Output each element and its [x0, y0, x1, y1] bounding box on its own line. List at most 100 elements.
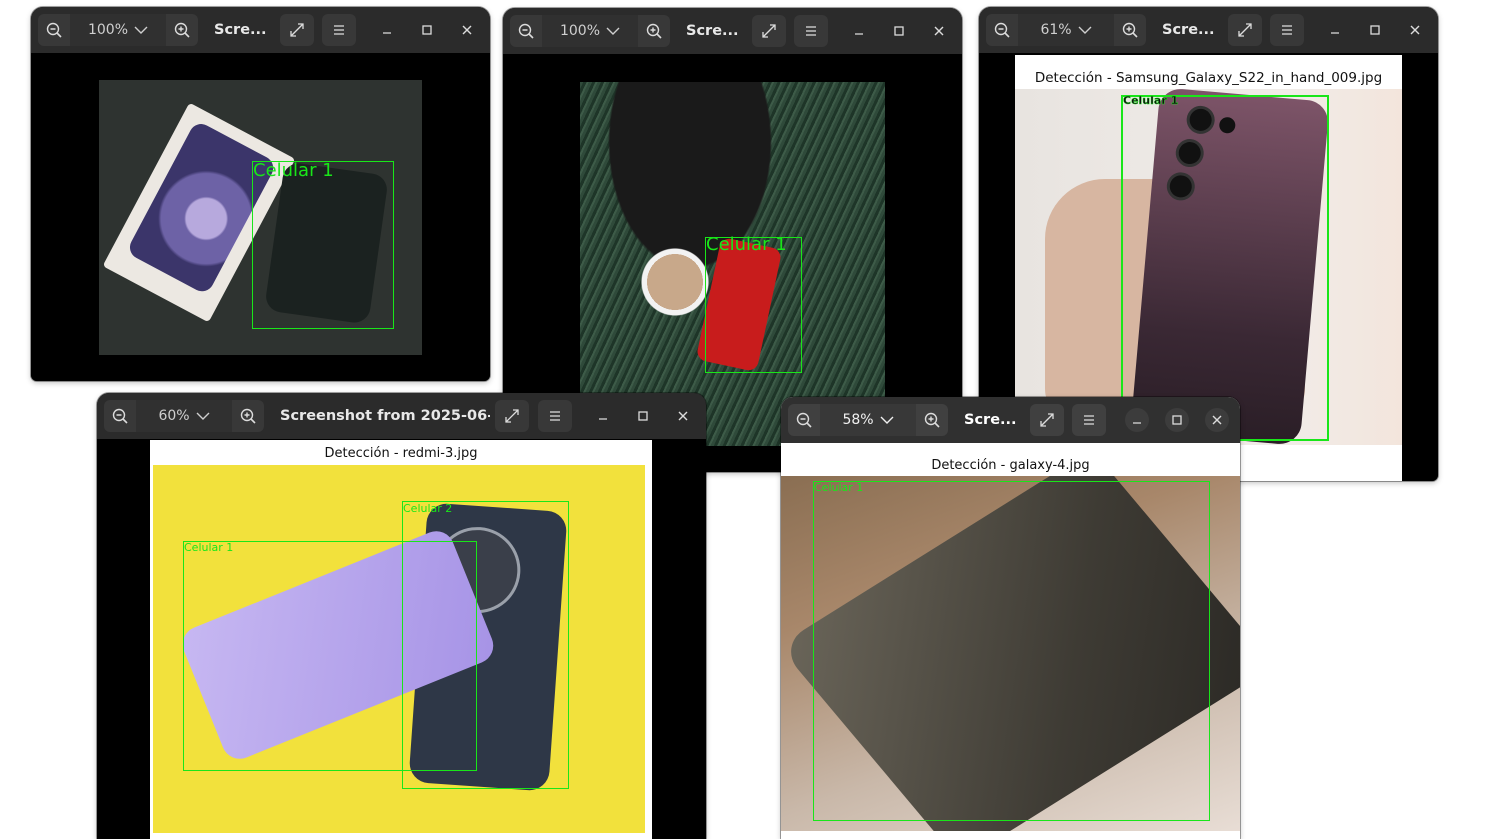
detection-box-2 [402, 501, 569, 789]
zoom-level-dropdown[interactable]: 61% [1018, 14, 1114, 46]
fullscreen-button[interactable] [280, 14, 314, 46]
zoom-level-dropdown[interactable]: 100% [542, 15, 638, 47]
zoom-level-dropdown[interactable]: 58% [820, 404, 916, 436]
maximize-button[interactable] [887, 19, 911, 43]
menu-button[interactable] [1072, 404, 1106, 436]
photo-grass-camera-phone: Celular 1 [580, 82, 885, 446]
maximize-button[interactable] [1363, 18, 1387, 42]
detection-label: Celular 1 [1123, 94, 1179, 107]
menu-button[interactable] [322, 14, 356, 46]
maximize-icon [1370, 25, 1380, 35]
window-title: Scre... [1162, 22, 1215, 38]
image-viewer-window-4: 60% Screenshot from 2025-06-... Detecció… [97, 393, 706, 839]
zoom-level: 100% [87, 22, 129, 38]
window-title: Screenshot from 2025-06-... [280, 408, 490, 424]
fullscreen-button[interactable] [495, 400, 529, 432]
minimize-icon [599, 418, 607, 420]
maximize-button[interactable] [415, 18, 439, 42]
zoom-in-button[interactable] [232, 400, 264, 432]
chevron-down-icon [196, 412, 210, 420]
photo-galaxy-phone: Celular 1 [781, 476, 1240, 831]
zoom-out-icon [46, 22, 62, 38]
zoom-level: 61% [1040, 22, 1072, 38]
menu-button[interactable] [1270, 14, 1304, 46]
photo-redmi-phones: Celular 1 Celular 2 [153, 465, 645, 833]
zoom-out-icon [518, 23, 534, 39]
chevron-down-icon [606, 27, 620, 35]
fullscreen-button[interactable] [1228, 14, 1262, 46]
minimize-icon [855, 33, 863, 35]
titlebar[interactable]: 58% Scre... [781, 397, 1240, 443]
menu-icon [1282, 25, 1292, 35]
fullscreen-icon [1040, 413, 1054, 427]
minimize-button[interactable] [591, 404, 615, 428]
zoom-out-button[interactable] [986, 14, 1018, 46]
image-canvas: Detección - redmi-3.jpg Celular 1 Celula… [97, 439, 706, 839]
window-title: Scre... [686, 23, 739, 39]
minimize-button[interactable] [847, 19, 871, 43]
menu-icon [334, 25, 344, 35]
detection-label: Celular 1 [706, 234, 787, 255]
zoom-out-icon [994, 22, 1010, 38]
close-button[interactable] [1205, 408, 1229, 432]
minimize-button[interactable] [1125, 408, 1149, 432]
maximize-icon [422, 25, 432, 35]
zoom-in-button[interactable] [638, 15, 670, 47]
chevron-down-icon [1078, 26, 1092, 34]
titlebar[interactable]: 61% Scre... [979, 7, 1438, 53]
fullscreen-button[interactable] [1030, 404, 1064, 436]
detection-label-1: Celular 1 [184, 541, 234, 554]
maximize-button[interactable] [631, 404, 655, 428]
fullscreen-icon [290, 23, 304, 37]
zoom-control: 61% [986, 14, 1146, 46]
image-viewer-window-1: 100% Scre... Celular 1 [31, 7, 490, 381]
detection-box [252, 161, 394, 329]
detection-label: Celular 1 [253, 160, 334, 181]
chevron-down-icon [134, 26, 148, 34]
zoom-control: 60% [104, 400, 264, 432]
zoom-in-button[interactable] [916, 404, 948, 436]
close-icon [934, 26, 944, 36]
zoom-in-button[interactable] [166, 14, 198, 46]
zoom-level-dropdown[interactable]: 60% [136, 400, 232, 432]
zoom-level: 100% [559, 23, 601, 39]
zoom-control: 100% [510, 15, 670, 47]
menu-icon [806, 26, 816, 36]
close-icon [1212, 415, 1222, 425]
close-button[interactable] [1403, 18, 1427, 42]
close-button[interactable] [927, 19, 951, 43]
zoom-level: 60% [158, 408, 190, 424]
titlebar[interactable]: 60% Screenshot from 2025-06-... [97, 393, 706, 439]
zoom-out-icon [796, 412, 812, 428]
close-button[interactable] [455, 18, 479, 42]
fullscreen-icon [505, 409, 519, 423]
zoom-in-icon [1122, 22, 1138, 38]
maximize-button[interactable] [1165, 408, 1189, 432]
menu-button[interactable] [794, 15, 828, 47]
detection-box [813, 481, 1210, 821]
zoom-out-button[interactable] [104, 400, 136, 432]
photo-iphone-box: Celular 1 [99, 80, 422, 355]
zoom-in-button[interactable] [1114, 14, 1146, 46]
menu-icon [550, 411, 560, 421]
zoom-out-button[interactable] [788, 404, 820, 436]
minimize-icon [1133, 422, 1141, 424]
zoom-control: 58% [788, 404, 948, 436]
fullscreen-button[interactable] [752, 15, 786, 47]
fullscreen-icon [1238, 23, 1252, 37]
zoom-in-icon [240, 408, 256, 424]
figure-caption: Detección - galaxy-4.jpg [931, 458, 1090, 473]
minimize-button[interactable] [1323, 18, 1347, 42]
photo-samsung-in-hand: Celular 1 [1015, 89, 1402, 445]
titlebar[interactable]: 100% Scre... [503, 8, 962, 54]
zoom-out-button[interactable] [38, 14, 70, 46]
zoom-out-button[interactable] [510, 15, 542, 47]
detection-box [1121, 95, 1329, 441]
menu-button[interactable] [538, 400, 572, 432]
minimize-button[interactable] [375, 18, 399, 42]
zoom-in-icon [646, 23, 662, 39]
close-button[interactable] [671, 404, 695, 428]
zoom-control: 100% [38, 14, 198, 46]
titlebar[interactable]: 100% Scre... [31, 7, 490, 53]
zoom-level-dropdown[interactable]: 100% [70, 14, 166, 46]
